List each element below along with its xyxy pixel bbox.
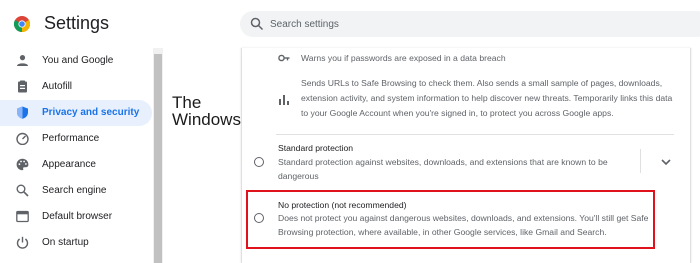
- sidebar-item-label: Appearance: [42, 159, 96, 170]
- sidebar-item-on-startup[interactable]: On startup: [0, 230, 152, 256]
- palette-icon: [16, 158, 29, 171]
- standard-protection-radio[interactable]: [254, 157, 264, 167]
- sidebar-item-label: You and Google: [42, 55, 114, 66]
- sidebar-scrollbar-thumb[interactable]: [154, 54, 162, 263]
- sidebar: You and Google Autofill Privacy and secu…: [0, 48, 152, 263]
- chrome-logo-icon: [14, 16, 30, 32]
- sidebar-item-label: Default browser: [42, 211, 113, 222]
- safe-browsing-data-line-2: extension activity, and system informati…: [301, 93, 673, 103]
- sidebar-item-you-and-google[interactable]: You and Google: [0, 48, 152, 74]
- password-breach-text: Warns you if passwords are exposed in a …: [301, 53, 506, 63]
- top-bar: Settings: [0, 0, 700, 48]
- person-icon: [17, 55, 28, 66]
- sidebar-item-search-engine[interactable]: Search engine: [0, 178, 152, 204]
- sidebar-item-default-browser[interactable]: Default browser: [0, 204, 152, 230]
- clipboard-icon: [18, 80, 27, 93]
- search-input[interactable]: [270, 11, 690, 37]
- search-bar[interactable]: [240, 11, 700, 37]
- search-icon: [16, 184, 29, 197]
- sidebar-item-privacy-and-security[interactable]: Privacy and security: [0, 100, 152, 126]
- standard-protection-desc-line-2: dangerous: [278, 171, 319, 181]
- separator: [640, 149, 641, 173]
- standard-protection-title: Standard protection: [278, 143, 354, 153]
- bar-chart-icon: [279, 95, 289, 105]
- standard-protection-desc-line-1: Standard protection against websites, do…: [278, 157, 608, 167]
- sidebar-item-label: Privacy and security: [42, 107, 140, 118]
- sidebar-item-performance[interactable]: Performance: [0, 126, 152, 152]
- page-title: Settings: [44, 13, 110, 33]
- sidebar-item-label: Performance: [42, 133, 100, 144]
- power-icon: [16, 236, 29, 249]
- browser-window-icon: [16, 210, 29, 223]
- highlight-box: [246, 190, 655, 249]
- shield-icon: [17, 106, 28, 119]
- sidebar-item-label: On startup: [42, 237, 89, 248]
- chevron-down-icon[interactable]: [656, 152, 676, 172]
- search-icon: [250, 17, 264, 31]
- safe-browsing-data-line-3: to your Google Account when you're signe…: [301, 108, 614, 118]
- speedometer-icon: [16, 132, 29, 145]
- sidebar-item-label: Autofill: [42, 81, 73, 92]
- divider: [276, 134, 674, 135]
- safe-browsing-data-line-1: Sends URLs to Safe Browsing to check the…: [301, 78, 663, 88]
- sidebar-item-appearance[interactable]: Appearance: [0, 152, 152, 178]
- key-icon: [278, 54, 290, 62]
- sidebar-item-autofill[interactable]: Autofill: [0, 74, 152, 100]
- sidebar-item-label: Search engine: [42, 185, 107, 196]
- sidebar-scrollbar[interactable]: [153, 48, 163, 263]
